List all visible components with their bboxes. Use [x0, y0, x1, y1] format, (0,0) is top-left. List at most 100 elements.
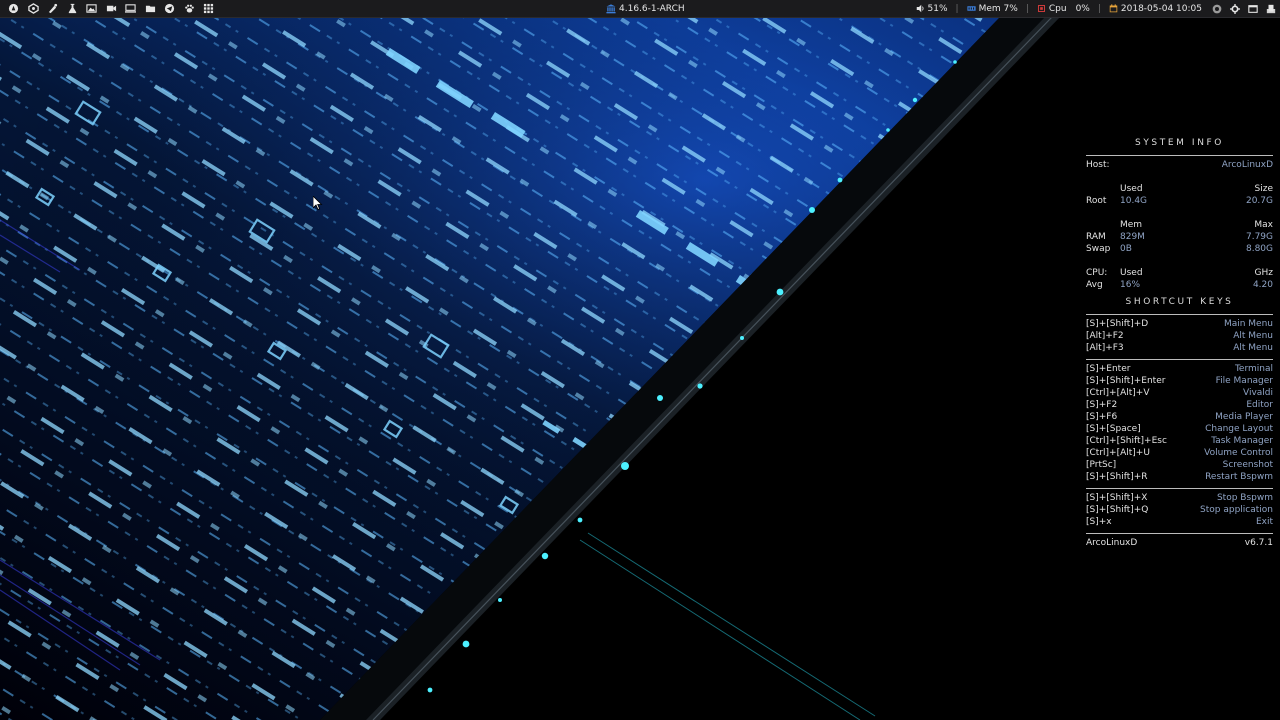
cpu-label: Cpu	[1048, 3, 1067, 14]
shortcut-action: Screenshot	[1222, 460, 1273, 470]
shortcut-row: [S]+F2 Editor	[1086, 399, 1273, 411]
shortcut-key: [S]+F2	[1086, 400, 1118, 410]
shortcut-row: [S]+[Shift]+Q Stop application	[1086, 504, 1273, 516]
shortcut-key: [PrtSc]	[1086, 460, 1117, 470]
shortcut-row: [Ctrl]+[Alt]+U Volume Control	[1086, 447, 1273, 459]
separator: |	[955, 3, 959, 14]
paw-icon[interactable]	[180, 0, 200, 17]
shortcut-action: Exit	[1255, 517, 1273, 527]
cpu-indicator: Cpu 0%	[1037, 0, 1090, 17]
host-label: Host:	[1086, 160, 1110, 170]
divider	[1086, 533, 1273, 534]
shortcut-row: [Alt]+F2 Alt Menu	[1086, 330, 1273, 342]
shortcut-row: [PrtSc] Screenshot	[1086, 459, 1273, 471]
shortcut-action: Alt Menu	[1233, 331, 1273, 341]
shortcut-row: [S]+[Shift]+Enter File Manager	[1086, 375, 1273, 387]
memory-header-row: Mem Max	[1086, 219, 1273, 231]
calendar-icon	[1109, 4, 1118, 13]
speaker-icon	[916, 4, 924, 13]
disk-used-header: Used	[1120, 184, 1143, 194]
bank-icon	[606, 3, 616, 13]
shortcut-key: [S]+[Shift]+X	[1086, 493, 1148, 503]
host-row: Host: ArcoLinuxD	[1086, 159, 1273, 171]
status-bar: 51% | Mem 7% | Cpu 0% | 2018-05-04 10:05	[916, 0, 1280, 17]
cpu-icon	[1037, 5, 1045, 12]
mouse-pointer-icon	[313, 196, 323, 210]
shortcut-action: Media Player	[1215, 412, 1273, 422]
volume-indicator[interactable]: 51%	[916, 0, 948, 17]
cpu-label: CPU:	[1086, 268, 1108, 278]
system-tray	[1208, 0, 1280, 17]
shortcut-row: [Alt]+F3 Alt Menu	[1086, 342, 1273, 354]
notification-icon[interactable]	[1262, 0, 1280, 17]
shortcut-action: Volume Control	[1204, 448, 1273, 458]
shortcut-key: [S]+[Shift]+Enter	[1086, 376, 1166, 386]
cpu-used-header: Used	[1120, 268, 1143, 278]
shortcut-key: [S]+F6	[1086, 412, 1118, 422]
shortcut-key: [S]+[Shift]+R	[1086, 472, 1148, 482]
video-camera-icon[interactable]	[102, 0, 122, 17]
shortcut-key: [Alt]+F2	[1086, 331, 1124, 341]
avg-used: 16%	[1120, 280, 1141, 290]
ram-max: 7.79G	[1245, 232, 1273, 242]
shortcut-action: Stop application	[1200, 505, 1273, 515]
clock[interactable]: 2018-05-04 10:05	[1109, 0, 1202, 17]
footer-row: ArcoLinuxD v6.7.1	[1086, 537, 1273, 549]
disk-size-header: Size	[1254, 184, 1273, 194]
update-icon[interactable]	[1208, 0, 1226, 17]
shortcut-keys-title: SHORTCUT KEYS	[1125, 297, 1234, 307]
max-header: Max	[1254, 220, 1273, 230]
launcher-bar	[4, 0, 219, 17]
datetime: 2018-05-04 10:05	[1120, 3, 1202, 14]
shortcut-key: [S]+[Shift]+D	[1086, 319, 1149, 329]
shortcut-key: [S]+x	[1086, 517, 1112, 527]
separator: |	[1097, 3, 1101, 14]
shortcut-row: [S]+F6 Media Player	[1086, 411, 1273, 423]
shortcut-list: [S]+[Shift]+D Main Menu [Alt]+F2 Alt Menu [A…	[1086, 318, 1273, 528]
shortcut-row: [S]+[Shift]+R Restart Bspwm	[1086, 471, 1273, 483]
mem-header: Mem	[1120, 220, 1143, 230]
shortcut-action: Change Layout	[1205, 424, 1273, 434]
ghz-header: GHz	[1254, 268, 1273, 278]
shortcut-action: Terminal	[1234, 364, 1273, 374]
ram-used: 829M	[1120, 232, 1145, 242]
shortcut-row: [Ctrl]+[Shift]+Esc Task Manager	[1086, 435, 1273, 447]
image-viewer-icon[interactable]	[82, 0, 102, 17]
disk-header-row: Used Size	[1086, 183, 1273, 195]
host-value: ArcoLinuxD	[1221, 160, 1273, 170]
shortcut-row: [S]+[Shift]+X Stop Bspwm	[1086, 492, 1273, 504]
shortcut-action: Editor	[1246, 400, 1273, 410]
telegram-icon[interactable]	[160, 0, 180, 17]
shortcut-action: Restart Bspwm	[1205, 472, 1273, 482]
folder-icon[interactable]	[141, 0, 161, 17]
app-grid-icon[interactable]	[199, 0, 219, 17]
start-menu-icon[interactable]	[4, 0, 24, 17]
root-label: Root	[1086, 196, 1107, 206]
memory-value: Mem 7%	[978, 3, 1018, 14]
shortcut-action: Alt Menu	[1233, 343, 1273, 353]
cpu-header-row: CPU: Used GHz	[1086, 267, 1273, 279]
distro-name: ArcoLinuxD	[1086, 538, 1138, 548]
divider	[1086, 155, 1273, 156]
divider	[1086, 488, 1273, 489]
pipette-icon[interactable]	[63, 0, 83, 17]
shortcut-key: [S]+[Shift]+Q	[1086, 505, 1149, 515]
separator: |	[1025, 3, 1029, 14]
display-icon[interactable]	[1244, 0, 1262, 17]
conky-widget: SYSTEM INFO Host: ArcoLinuxD Used Size R…	[1086, 136, 1273, 549]
vivaldi-icon[interactable]	[43, 0, 63, 17]
shortcut-key: [Ctrl]+[Alt]+V	[1086, 388, 1150, 398]
settings-gear-icon[interactable]	[1226, 0, 1244, 17]
arcolinux-icon[interactable]	[24, 0, 44, 17]
avg-label: Avg	[1086, 280, 1103, 290]
swap-label: Swap	[1086, 244, 1111, 254]
kernel-version: 4.16.6-1-ARCH	[619, 3, 685, 14]
system-info-title: SYSTEM INFO	[1135, 138, 1224, 148]
screen-icon[interactable]	[121, 0, 141, 17]
shortcut-key: [Ctrl]+[Shift]+Esc	[1086, 436, 1167, 446]
cpu-value: 0%	[1075, 3, 1090, 14]
shortcut-row: [S]+Enter Terminal	[1086, 363, 1273, 375]
divider	[1086, 314, 1273, 315]
shortcut-row: [S]+x Exit	[1086, 516, 1273, 528]
shortcut-row: [S]+[Space] Change Layout	[1086, 423, 1273, 435]
